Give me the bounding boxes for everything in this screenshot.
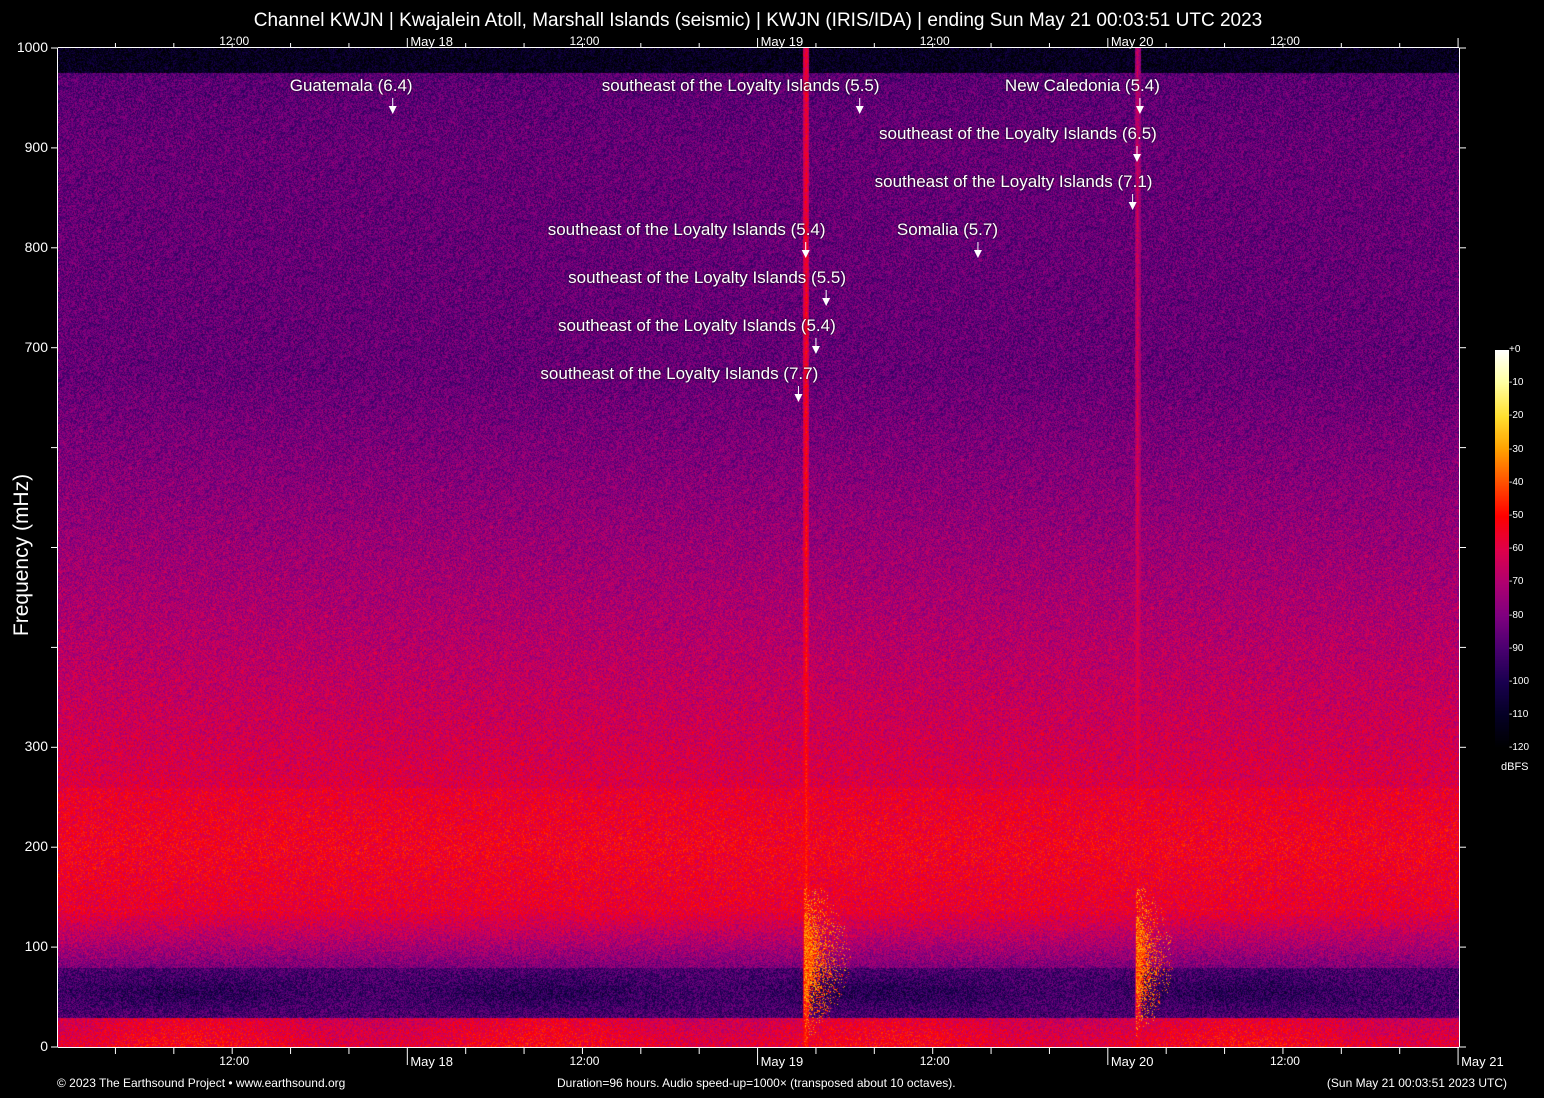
colorbar [1495, 350, 1509, 749]
colorbar-tick-label: -50 [1509, 510, 1524, 521]
y-tick-label: 800 [24, 238, 48, 255]
y-tick-label: 200 [24, 838, 48, 855]
x-tick-label-top: 12:00 [1269, 34, 1300, 48]
colorbar-tick-label: -70 [1509, 576, 1524, 588]
event-label: southeast of the Loyalty Islands (5.4) [547, 220, 826, 239]
event-arrow-icon [794, 394, 803, 402]
x-tick-label: May 19 [760, 1054, 804, 1069]
event-label: southeast of the Loyalty Islands (6.5) [879, 124, 1157, 143]
event-label: Guatemala (6.4) [289, 76, 413, 95]
x-tick-label: May 21 [1461, 1054, 1504, 1069]
footer-end-time: (Sun May 21 00:03:51 2023 UTC) [1326, 1076, 1507, 1090]
x-tick-label: May 20 [1110, 1054, 1154, 1069]
event-label: southeast of the Loyalty Islands (7.1) [874, 172, 1153, 191]
event-label: southeast of the Loyalty Islands (5.5) [601, 76, 880, 95]
x-tick-label: 12:00 [1269, 1054, 1300, 1068]
event-arrow-icon [1135, 106, 1144, 114]
colorbar-tick-label: -80 [1509, 609, 1524, 621]
x-tick-label: 12:00 [569, 1054, 600, 1068]
colorbar-tick-label: -30 [1509, 443, 1524, 455]
y-tick-label: 300 [24, 738, 48, 755]
footer-copyright: © 2023 The Earthsound Project • www.eart… [57, 1076, 346, 1090]
x-tick-label: 12:00 [219, 1054, 250, 1068]
event-label: southeast of the Loyalty Islands (5.4) [557, 316, 836, 335]
y-tick-label: 700 [24, 338, 48, 355]
colorbar-tick-label: -20 [1509, 410, 1524, 422]
colorbar-tick-label: -40 [1509, 476, 1524, 488]
colorbar-tick-label: -100 [1509, 676, 1530, 687]
y-tick-label: 100 [24, 938, 48, 955]
y-tick-label: 1000 [16, 39, 48, 55]
event-arrow-icon [388, 106, 397, 114]
colorbar-tick-label: -90 [1509, 642, 1524, 654]
colorbar-tick-label: +0 [1509, 344, 1521, 355]
y-tick-label: 0 [40, 1038, 48, 1054]
event-arrow-icon [855, 106, 864, 114]
event-label: Somalia (5.7) [896, 220, 999, 239]
footer-duration: Duration=96 hours. Audio speed-up=1000× … [557, 1076, 956, 1090]
y-axis-title: Frequency (mHz) [10, 473, 33, 637]
event-arrow-icon [973, 250, 982, 258]
event-arrow-icon [811, 346, 820, 354]
event-arrow-icon [801, 250, 810, 258]
event-label: southeast of the Loyalty Islands (5.5) [568, 268, 846, 287]
x-tick-label-top: May 20 [1110, 34, 1154, 49]
event-label: southeast of the Loyalty Islands (7.7) [540, 364, 819, 383]
x-tick-label-top: 12:00 [219, 34, 250, 48]
x-tick-label-top: May 19 [760, 34, 804, 49]
colorbar-tick-label: -60 [1509, 543, 1524, 555]
event-arrow-icon [822, 298, 831, 306]
y-tick-label: 900 [24, 138, 48, 155]
x-tick-label: 12:00 [919, 1054, 950, 1068]
event-label: New Caledonia (5.4) [1004, 76, 1160, 95]
x-tick-label-top: 12:00 [919, 34, 950, 48]
x-tick-label-top: May 18 [410, 34, 453, 49]
colorbar-tick-label: -120 [1509, 742, 1530, 754]
colorbar-tick-label: -10 [1509, 377, 1524, 389]
event-arrow-icon [1133, 154, 1142, 162]
colorbar-tick-label: -110 [1509, 709, 1529, 721]
x-tick-label-top: 12:00 [569, 34, 600, 48]
axes [51, 38, 1466, 1065]
event-arrow-icon [1128, 202, 1137, 210]
colorbar-unit: dBFS [1501, 761, 1529, 773]
x-tick-label: May 18 [410, 1054, 453, 1069]
